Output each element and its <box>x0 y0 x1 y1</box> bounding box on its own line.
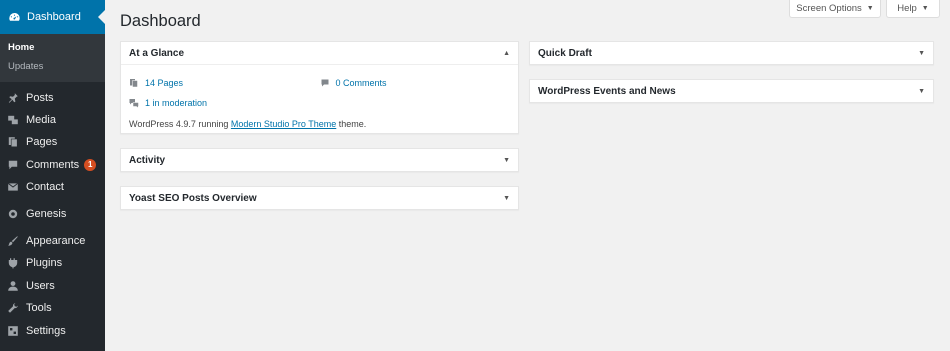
comments-count-link[interactable]: 0 Comments <box>336 78 387 88</box>
pin-icon <box>7 92 19 104</box>
brush-icon <box>7 235 19 247</box>
dashboard-submenu: Home Updates <box>0 34 105 82</box>
collapse-down-icon[interactable]: ▼ <box>918 88 925 95</box>
widget-header[interactable]: WordPress Events and News ▼ <box>530 80 933 103</box>
activity-widget: Activity ▼ <box>120 148 519 172</box>
sidebar-item-label: Comments <box>26 158 80 171</box>
help-label: Help <box>897 3 917 14</box>
mail-icon <box>7 181 19 193</box>
sidebar-item-settings[interactable]: Settings <box>0 319 105 341</box>
pages-icon <box>129 78 139 88</box>
submenu-item-home[interactable]: Home <box>0 38 105 57</box>
widget-header[interactable]: Yoast SEO Posts Overview ▼ <box>121 187 518 210</box>
sidebar-item-users[interactable]: Users <box>0 275 105 297</box>
sidebar-item-dashboard[interactable]: Dashboard <box>0 0 105 34</box>
version-text: WordPress 4.9.7 running Modern Studio Pr… <box>129 119 510 129</box>
user-icon <box>7 280 19 292</box>
collapse-down-icon[interactable]: ▼ <box>503 157 510 164</box>
caret-down-icon: ▼ <box>921 5 929 12</box>
admin-sidebar: Dashboard Home Updates Posts Media Pages… <box>0 0 105 351</box>
theme-link[interactable]: Modern Studio Pro Theme <box>231 119 336 129</box>
sidebar-item-appearance[interactable]: Appearance <box>0 230 105 252</box>
pages-icon <box>7 136 19 148</box>
yoast-seo-widget: Yoast SEO Posts Overview ▼ <box>120 186 519 210</box>
wrench-icon <box>7 302 19 314</box>
widget-header[interactable]: At a Glance ▲ <box>121 42 518 65</box>
widget-title: Quick Draft <box>538 48 592 59</box>
version-prefix: WordPress 4.9.7 running <box>129 119 231 129</box>
sidebar-item-label: Posts <box>26 91 54 104</box>
glance-body: 14 Pages 0 Comments 1 in moderation Word… <box>121 65 518 129</box>
collapse-down-icon[interactable]: ▼ <box>918 50 925 57</box>
media-icon <box>7 114 19 126</box>
sidebar-item-comments[interactable]: Comments 1 <box>0 154 105 176</box>
settings-icon <box>7 325 19 337</box>
comment-icon <box>7 159 19 171</box>
screen-options-button[interactable]: Screen Options ▼ <box>789 0 881 18</box>
sidebar-item-label: Media <box>26 114 56 127</box>
sidebar-item-label: Users <box>26 279 55 292</box>
help-button[interactable]: Help ▼ <box>886 0 940 18</box>
collapse-down-icon[interactable]: ▼ <box>503 195 510 202</box>
submenu-item-updates[interactable]: Updates <box>0 57 105 76</box>
sidebar-item-label: Contact <box>26 181 64 194</box>
screen-options-label: Screen Options <box>796 3 862 14</box>
sidebar-item-label: Genesis <box>26 208 67 221</box>
wordpress-events-widget: WordPress Events and News ▼ <box>529 79 934 103</box>
dashboard-icon <box>7 10 21 24</box>
sidebar-item-plugins[interactable]: Plugins <box>0 252 105 274</box>
widget-title: WordPress Events and News <box>538 86 676 97</box>
sidebar-item-genesis[interactable]: Genesis <box>0 203 105 225</box>
sidebar-item-label: Appearance <box>26 235 86 248</box>
sidebar-item-posts[interactable]: Posts <box>0 87 105 109</box>
sidebar-item-pages[interactable]: Pages <box>0 131 105 153</box>
sidebar-item-label: Tools <box>26 302 52 315</box>
widget-header[interactable]: Quick Draft ▼ <box>530 42 933 65</box>
at-a-glance-widget: At a Glance ▲ 14 Pages 0 Comments 1 in m… <box>120 41 519 134</box>
plug-icon <box>7 257 19 269</box>
comment-icon <box>320 78 330 88</box>
widget-title: Yoast SEO Posts Overview <box>129 193 257 204</box>
sidebar-item-label: Settings <box>26 324 66 337</box>
widget-title: At a Glance <box>129 47 185 59</box>
sidebar-item-tools[interactable]: Tools <box>0 297 105 319</box>
sidebar-item-media[interactable]: Media <box>0 109 105 131</box>
collapse-up-icon[interactable]: ▲ <box>503 50 510 57</box>
quick-draft-widget: Quick Draft ▼ <box>529 41 934 65</box>
moderation-link[interactable]: 1 in moderation <box>145 98 207 108</box>
sidebar-item-label: Plugins <box>26 257 63 270</box>
comments-moderation-icon <box>129 98 139 108</box>
caret-down-icon: ▼ <box>866 5 874 12</box>
page-title: Dashboard <box>120 12 201 30</box>
sidebar-item-label: Pages <box>26 136 58 149</box>
sidebar-item-label: Dashboard <box>27 11 81 23</box>
comments-count-badge: 1 <box>84 158 97 171</box>
sidebar-item-contact[interactable]: Contact <box>0 176 105 198</box>
widget-title: Activity <box>129 155 166 166</box>
pages-count-link[interactable]: 14 Pages <box>145 78 183 88</box>
genesis-icon <box>7 208 19 220</box>
version-suffix: theme. <box>336 119 367 129</box>
widget-header[interactable]: Activity ▼ <box>121 149 518 172</box>
